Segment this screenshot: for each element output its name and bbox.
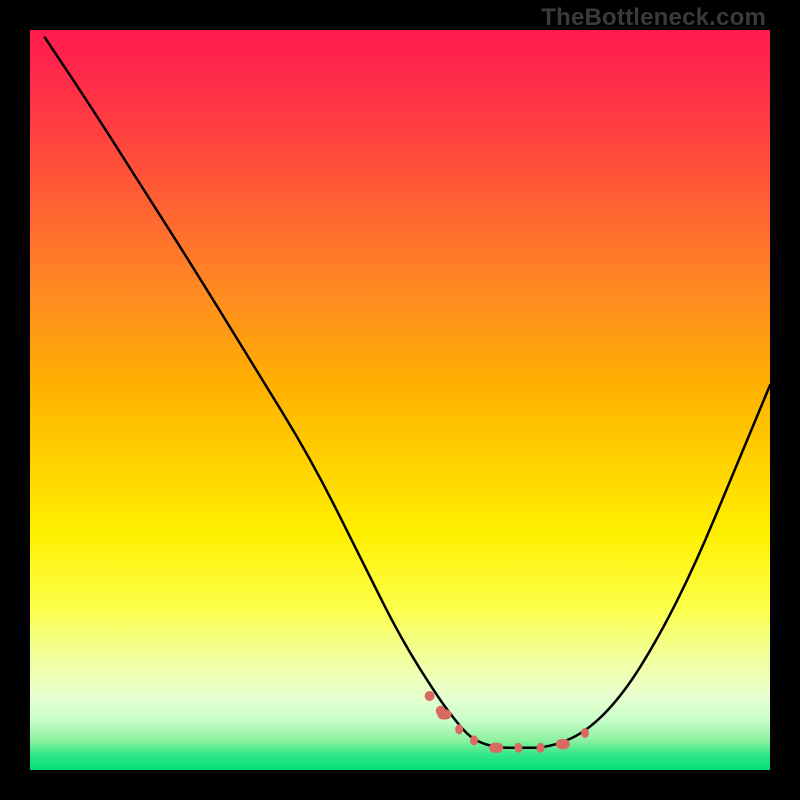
- highlight-point: [455, 724, 463, 734]
- highlight-point: [514, 743, 522, 753]
- bottleneck-chart: [30, 30, 770, 770]
- watermark-text: TheBottleneck.com: [541, 4, 766, 32]
- highlight-point: [581, 728, 589, 738]
- highlight-point: [470, 735, 478, 745]
- highlight-point: [556, 739, 570, 749]
- highlight-point: [425, 691, 435, 701]
- highlight-point: [537, 743, 545, 753]
- highlight-points-group: [425, 691, 589, 753]
- highlight-point: [489, 743, 503, 753]
- highlight-point: [436, 706, 446, 716]
- curve-line: [45, 37, 770, 747]
